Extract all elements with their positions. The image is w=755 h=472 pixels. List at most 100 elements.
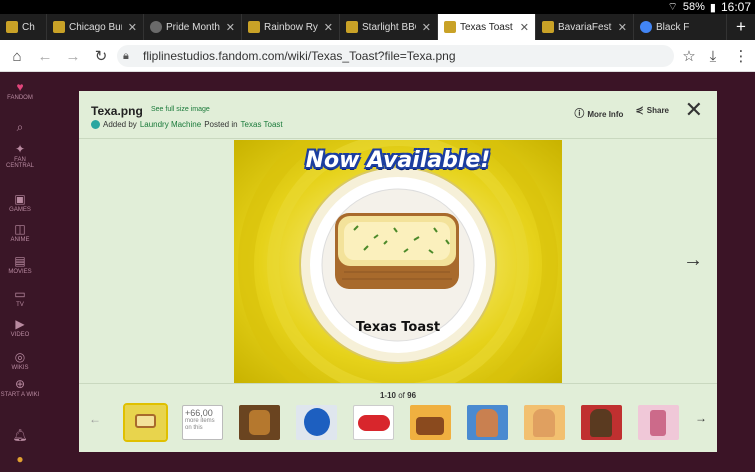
- thumbnail[interactable]: [467, 405, 508, 440]
- next-image-button[interactable]: →: [683, 249, 703, 272]
- close-tab-icon[interactable]: ✕: [618, 21, 627, 34]
- close-lightbox-button[interactable]: ✕: [685, 99, 703, 121]
- info-icon: ⓘ: [574, 109, 585, 120]
- bookmark-star-icon[interactable]: ☆: [679, 46, 699, 66]
- rail-games[interactable]: ▣ GAMES: [0, 192, 40, 213]
- user-avatar-icon: ●: [16, 452, 24, 466]
- thumbnail-selected[interactable]: [123, 403, 168, 442]
- thumbnail-character-icon: [476, 409, 498, 437]
- now-available-banner: Now Available!: [305, 148, 491, 173]
- thumbnail[interactable]: [296, 405, 337, 440]
- close-tab-icon[interactable]: ✕: [226, 21, 235, 34]
- image-lightbox: Texa.png See full size image Added by La…: [79, 91, 717, 452]
- thumbnail[interactable]: [524, 405, 565, 440]
- close-tab-icon[interactable]: ✕: [324, 21, 333, 34]
- thumbnail-blue-character-icon: [304, 408, 330, 436]
- close-tab-icon[interactable]: ✕: [422, 21, 431, 34]
- rail-fan-central[interactable]: ✦ FAN CENTRAL: [0, 142, 40, 169]
- avatar[interactable]: ●: [0, 452, 40, 467]
- more-items-thumbnail[interactable]: +66,00 more items on this: [182, 405, 223, 440]
- overflow-menu-icon[interactable]: ⋮: [731, 46, 751, 66]
- thumbnails-prev-button[interactable]: ←: [89, 412, 101, 426]
- reload-icon[interactable]: ↻: [91, 46, 111, 66]
- thumbnail[interactable]: [581, 405, 622, 440]
- more-info-button[interactable]: ⓘ More Info: [574, 105, 623, 120]
- uploader-avatar[interactable]: [91, 120, 100, 129]
- close-tab-icon[interactable]: ✕: [128, 21, 137, 34]
- texas-toast-artwork: [234, 140, 562, 383]
- wifi-icon: ⌔: [667, 1, 678, 13]
- lightbox-header: Texa.png See full size image Added by La…: [79, 91, 717, 137]
- full-size-link[interactable]: See full size image: [151, 106, 210, 113]
- wikis-icon: ◎: [14, 350, 26, 364]
- tab[interactable]: Starlight BBQ |✕: [340, 14, 438, 40]
- thumbnail-fizzo-logo-icon: [358, 415, 390, 431]
- main-image[interactable]: Now Available! Texas Toast: [234, 140, 562, 383]
- file-meta: Added by Laundry Machine Posted in Texas…: [91, 120, 283, 129]
- tab[interactable]: Black F: [634, 14, 727, 40]
- rail-start-a-wiki[interactable]: ⊕ START A WIKI: [0, 377, 40, 398]
- google-favicon-icon: [640, 21, 652, 33]
- tab[interactable]: BavariaFest | ✕: [536, 14, 634, 40]
- tab[interactable]: Rainbow Rye E✕: [242, 14, 340, 40]
- thumbnail-list: +66,00 more items on this: [123, 403, 679, 442]
- thumbnail-character-icon: [533, 409, 555, 437]
- fandom-logo[interactable]: ♥ FANDOM: [0, 80, 40, 101]
- rail-movies[interactable]: ▤ MOVIES: [0, 254, 40, 275]
- status-bar: ⌔ 58% ▮ 16:07: [0, 0, 755, 14]
- rail-video[interactable]: ▶ VIDEO: [0, 317, 40, 338]
- back-icon[interactable]: ←: [35, 46, 55, 66]
- fandom-favicon-icon: [248, 21, 260, 33]
- fandom-favicon-icon: [53, 21, 65, 33]
- close-tab-icon[interactable]: ✕: [520, 21, 529, 34]
- battery-level: 58%: [682, 1, 705, 13]
- forward-icon[interactable]: →: [63, 46, 83, 66]
- arrow-right-icon: →: [683, 249, 703, 271]
- thumbnail[interactable]: [353, 405, 394, 440]
- tab[interactable]: Chicago Bun |✕: [47, 14, 144, 40]
- share-button[interactable]: ⋞ Share: [635, 105, 669, 120]
- arrow-right-icon: →: [695, 411, 707, 425]
- thumbnail[interactable]: [638, 405, 679, 440]
- thumbnail-drink-icon: [650, 410, 666, 436]
- image-viewer: Now Available! Texas Toast →: [79, 138, 717, 383]
- thumbnail[interactable]: [239, 405, 280, 440]
- thumbnails-next-button[interactable]: →: [695, 411, 707, 425]
- plus-circle-icon: ⊕: [14, 377, 26, 391]
- bell-icon: 🔔︎: [12, 428, 28, 442]
- site-favicon-icon: [150, 21, 162, 33]
- tab-strip: Ch Chicago Bun |✕ Pride Month |✕ Rainbow…: [0, 14, 755, 40]
- fan-central-icon: ✦: [14, 142, 26, 156]
- tab[interactable]: Pride Month | ✕: [144, 14, 242, 40]
- download-icon[interactable]: ⤓: [703, 46, 723, 66]
- movies-icon: ▤: [14, 254, 26, 268]
- search-icon: ⌕: [16, 120, 24, 134]
- file-title: Texa.png: [91, 104, 143, 118]
- rail-tv[interactable]: ▭ TV: [0, 287, 40, 308]
- toast-caption: Texas Toast: [355, 320, 441, 335]
- fandom-logo-icon: ♥: [16, 80, 24, 94]
- thumbnail-toast-icon: [135, 414, 156, 428]
- search-rail-button[interactable]: ⌕: [0, 120, 40, 136]
- fandom-favicon-icon: [346, 21, 358, 33]
- home-icon[interactable]: ⌂: [7, 46, 27, 66]
- tab-active[interactable]: Texas Toast | ✕: [438, 14, 536, 40]
- fandom-favicon-icon: [444, 21, 456, 33]
- rail-anime[interactable]: ◫ ANIME: [0, 222, 40, 243]
- rail-wikis[interactable]: ◎ WIKIS: [0, 350, 40, 371]
- article-link[interactable]: Texas Toast: [241, 120, 283, 129]
- fandom-left-rail: ♥ FANDOM ⌕ ✦ FAN CENTRAL ▣ GAMES ◫ ANIME ▤ MO…: [0, 72, 40, 472]
- new-tab-button[interactable]: +: [727, 14, 755, 40]
- thumbnail[interactable]: [410, 405, 451, 440]
- address-bar[interactable]: 🔒︎ fliplinestudios.fandom.com/wiki/Texas…: [117, 45, 674, 67]
- notifications-button[interactable]: 🔔︎: [0, 428, 40, 443]
- uploader-link[interactable]: Laundry Machine: [140, 120, 201, 129]
- thumbnail-mask-icon: [249, 410, 270, 435]
- fandom-favicon-icon: [542, 21, 554, 33]
- anime-icon: ◫: [14, 222, 26, 236]
- tv-icon: ▭: [14, 287, 26, 301]
- tab[interactable]: Ch: [0, 14, 47, 40]
- lock-icon: 🔒︎: [123, 49, 129, 62]
- thumbnail-strip: 1-10 of 96 ← +66,00 more items on this →: [79, 383, 717, 452]
- battery-icon: ▮: [709, 1, 716, 14]
